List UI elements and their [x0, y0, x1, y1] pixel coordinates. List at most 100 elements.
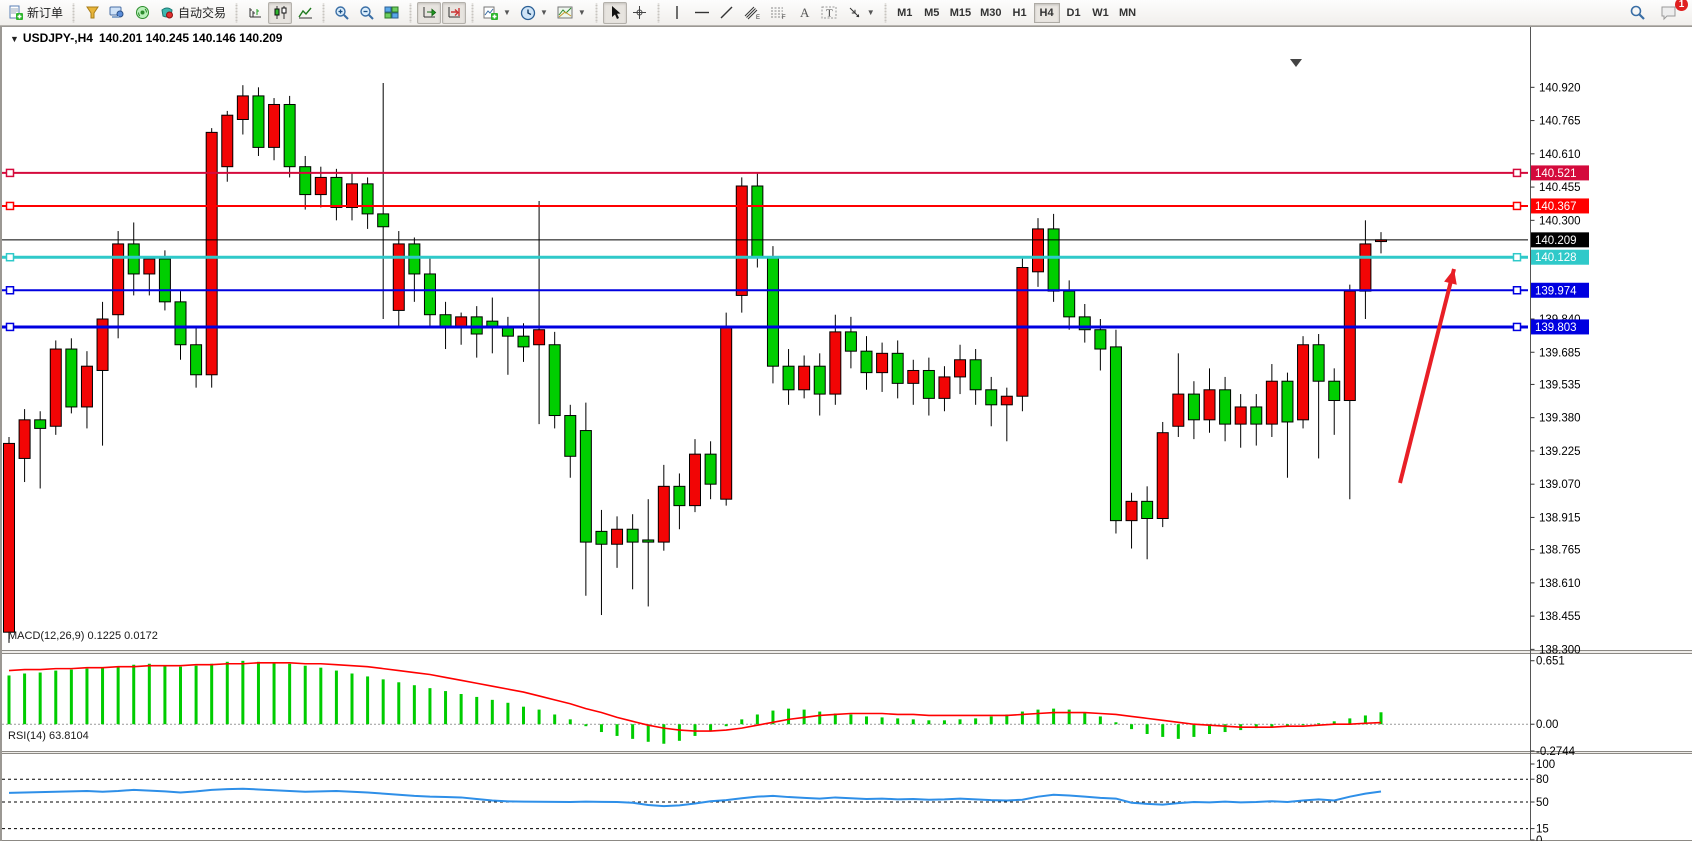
- candle: [1235, 407, 1246, 424]
- price-axis-label: 140.300: [1539, 215, 1581, 227]
- candle: [1313, 345, 1324, 381]
- candle: [1017, 268, 1028, 397]
- candle: [923, 370, 934, 398]
- new-order-label: 新订单: [27, 4, 63, 21]
- timeframe-group: M1M5M15M30H1H4D1W1MN: [892, 3, 1141, 23]
- candle: [1282, 381, 1293, 422]
- candle: [690, 454, 701, 505]
- search-button[interactable]: [1625, 2, 1650, 24]
- candle: [1173, 394, 1184, 426]
- fibonacci-tool-button[interactable]: F: [766, 2, 791, 24]
- chart-shift-button[interactable]: [442, 2, 466, 24]
- line-handle[interactable]: [1514, 254, 1521, 261]
- price-tag-label: 139.803: [1535, 322, 1577, 334]
- crosshair-tool-button[interactable]: [628, 2, 652, 24]
- candle: [1251, 407, 1262, 424]
- candle: [1344, 291, 1355, 400]
- periods-button[interactable]: ▼: [516, 2, 552, 24]
- auto-trading-label: 自动交易: [178, 4, 226, 21]
- indicators-button[interactable]: ▼: [479, 2, 515, 24]
- candlestick-mode-button[interactable]: [268, 2, 292, 24]
- price-tag-label: 140.521: [1535, 168, 1577, 180]
- candle: [253, 96, 264, 147]
- vertical-line-tool-button[interactable]: [665, 2, 689, 24]
- line-handle[interactable]: [7, 287, 14, 294]
- candle: [1266, 381, 1277, 424]
- clock-icon: [520, 5, 536, 21]
- timeframe-h1-button[interactable]: H1: [1007, 3, 1033, 23]
- price-axis-label: 138.610: [1539, 578, 1581, 590]
- text-icon: A: [797, 5, 811, 20]
- timeframe-mn-button[interactable]: MN: [1115, 3, 1141, 23]
- text-tool-button[interactable]: A: [792, 2, 816, 24]
- toolbar-separator: [594, 3, 599, 23]
- timeframe-h4-button[interactable]: H4: [1034, 3, 1060, 23]
- svg-text:E: E: [756, 15, 760, 20]
- notifications-button[interactable]: 1: [1656, 2, 1682, 24]
- line-handle[interactable]: [7, 202, 14, 209]
- signals-button[interactable]: [130, 2, 154, 24]
- candle: [502, 328, 513, 337]
- line-handle[interactable]: [1514, 323, 1521, 330]
- zoom-in-button[interactable]: [330, 2, 354, 24]
- timeframe-m1-button[interactable]: M1: [892, 3, 918, 23]
- auto-scroll-button[interactable]: [417, 2, 441, 24]
- price-axis-label: 139.070: [1539, 479, 1581, 491]
- new-order-button[interactable]: 新订单: [4, 2, 67, 24]
- channel-tool-button[interactable]: E: [740, 2, 765, 24]
- timeframe-m30-button[interactable]: M30: [976, 3, 1005, 23]
- tile-windows-button[interactable]: [380, 2, 404, 24]
- market-watch-button[interactable]: [80, 2, 104, 24]
- timeframe-w1-button[interactable]: W1: [1088, 3, 1114, 23]
- zoom-out-button[interactable]: [355, 2, 379, 24]
- candle: [300, 167, 311, 195]
- rsi-value: 63.8104: [49, 730, 89, 742]
- timeframe-d1-button[interactable]: D1: [1061, 3, 1087, 23]
- price-chart-canvas[interactable]: 140.920140.765140.610140.455140.300139.8…: [2, 27, 1692, 841]
- cursor-tool-button[interactable]: [603, 2, 627, 24]
- toolbar-separator: [234, 3, 239, 23]
- candle: [159, 259, 170, 302]
- candle: [269, 104, 280, 147]
- candle: [1033, 229, 1044, 272]
- timeframe-m5-button[interactable]: M5: [919, 3, 945, 23]
- price-axis-label: 139.535: [1539, 379, 1581, 391]
- price-axis-label: 140.765: [1539, 116, 1581, 128]
- chart-window[interactable]: ▼USDJPY-,H4140.201 140.245 140.146 140.2…: [0, 26, 1692, 841]
- candle: [565, 416, 576, 457]
- line-chart-mode-button[interactable]: [293, 2, 317, 24]
- rsi-indicator-label: RSI(14) 63.8104: [8, 730, 89, 742]
- cursor-icon: [608, 5, 622, 20]
- chart-shift-icon: [447, 5, 462, 20]
- auto-trading-icon: [159, 5, 175, 20]
- horizontal-line-tool-button[interactable]: [690, 2, 714, 24]
- trendline-tool-button[interactable]: [715, 2, 739, 24]
- terminal-person-icon: [109, 5, 125, 20]
- candle: [580, 431, 591, 543]
- arrows-tool-button[interactable]: ▼: [843, 2, 879, 24]
- line-handle[interactable]: [1514, 169, 1521, 176]
- bar-chart-mode-button[interactable]: [243, 2, 267, 24]
- candle: [955, 360, 966, 377]
- line-handle[interactable]: [7, 254, 14, 261]
- candle: [471, 317, 482, 334]
- line-handle[interactable]: [7, 323, 14, 330]
- line-handle[interactable]: [1514, 287, 1521, 294]
- terminal-button[interactable]: [105, 2, 129, 24]
- price-axis-label: 139.685: [1539, 347, 1581, 359]
- templates-button[interactable]: ▼: [553, 2, 590, 24]
- chevron-down-icon: ▼: [10, 34, 19, 44]
- candle: [66, 349, 77, 407]
- price-axis-label: 140.455: [1539, 182, 1581, 194]
- line-handle[interactable]: [1514, 202, 1521, 209]
- timeframe-m15-button[interactable]: M15: [946, 3, 975, 23]
- candlestick-icon: [273, 5, 288, 20]
- text-label-tool-button[interactable]: T: [817, 2, 842, 24]
- zoom-out-icon: [359, 5, 375, 21]
- chart-title: ▼USDJPY-,H4140.201 140.245 140.146 140.2…: [10, 31, 282, 45]
- candle: [736, 186, 747, 295]
- candle: [4, 443, 15, 632]
- auto-trading-button[interactable]: 自动交易: [155, 2, 230, 24]
- price-tag-label: 140.367: [1535, 201, 1577, 213]
- line-handle[interactable]: [7, 169, 14, 176]
